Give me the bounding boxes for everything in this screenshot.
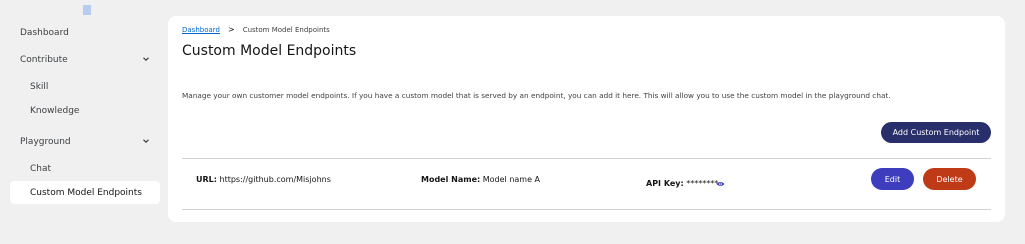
model-name-label: Model Name: (421, 175, 481, 184)
breadcrumb-link-dashboard[interactable]: Dashboard (182, 26, 220, 34)
add-custom-endpoint-button[interactable]: Add Custom Endpoint (881, 122, 991, 143)
sidebar-item-dashboard[interactable]: Dashboard (10, 21, 160, 44)
sidebar-item-label: Dashboard (20, 27, 69, 38)
page-description: Manage your own customer model endpoints… (182, 91, 891, 100)
sidebar-item-skill[interactable]: Skill (10, 75, 160, 98)
sidebar-item-playground[interactable]: Playground (10, 130, 160, 153)
top-marker (83, 5, 91, 15)
sidebar-item-knowledge[interactable]: Knowledge (10, 99, 160, 122)
model-name-value: Model name A (482, 175, 541, 184)
chevron-down-icon (143, 139, 149, 144)
divider (182, 209, 991, 210)
sidebar-item-custom-model-endpoints[interactable]: Custom Model Endpoints (10, 181, 160, 204)
sidebar-item-label: Custom Model Endpoints (30, 187, 142, 198)
sidebar-item-label: Skill (30, 81, 49, 92)
sidebar-item-label: Playground (20, 136, 71, 147)
api-key-value: ******** (686, 179, 719, 188)
breadcrumb-current: Custom Model Endpoints (242, 25, 330, 34)
breadcrumb-separator: > (227, 25, 235, 34)
endpoint-api-key: API Key: ******** (646, 179, 718, 188)
sidebar-item-label: Chat (30, 163, 52, 174)
sidebar-item-contribute[interactable]: Contribute (10, 48, 160, 71)
url-label: URL: (196, 175, 217, 184)
page-title: Custom Model Endpoints (182, 43, 357, 59)
url-value: https://github.com/Misjohns (219, 175, 331, 184)
sidebar-item-chat[interactable]: Chat (10, 157, 160, 180)
sidebar-nav: Dashboard Contribute Skill Knowledge Pla… (0, 18, 168, 244)
endpoint-url: URL: https://github.com/Misjohns (196, 175, 331, 184)
divider (182, 158, 991, 159)
endpoint-model-name: Model Name: Model name A (421, 175, 540, 184)
sidebar-item-label: Knowledge (30, 105, 80, 116)
delete-button[interactable]: Delete (923, 168, 976, 190)
main-card: Dashboard > Custom Model Endpoints Custo… (168, 16, 1005, 222)
app-root: Dashboard Contribute Skill Knowledge Pla… (0, 0, 1025, 244)
edit-button[interactable]: Edit (871, 168, 914, 190)
eye-icon[interactable] (716, 181, 725, 187)
chevron-down-icon (143, 57, 149, 62)
breadcrumb: Dashboard > Custom Model Endpoints (182, 25, 330, 34)
sidebar-item-label: Contribute (20, 54, 68, 65)
api-key-label: API Key: (646, 179, 684, 188)
